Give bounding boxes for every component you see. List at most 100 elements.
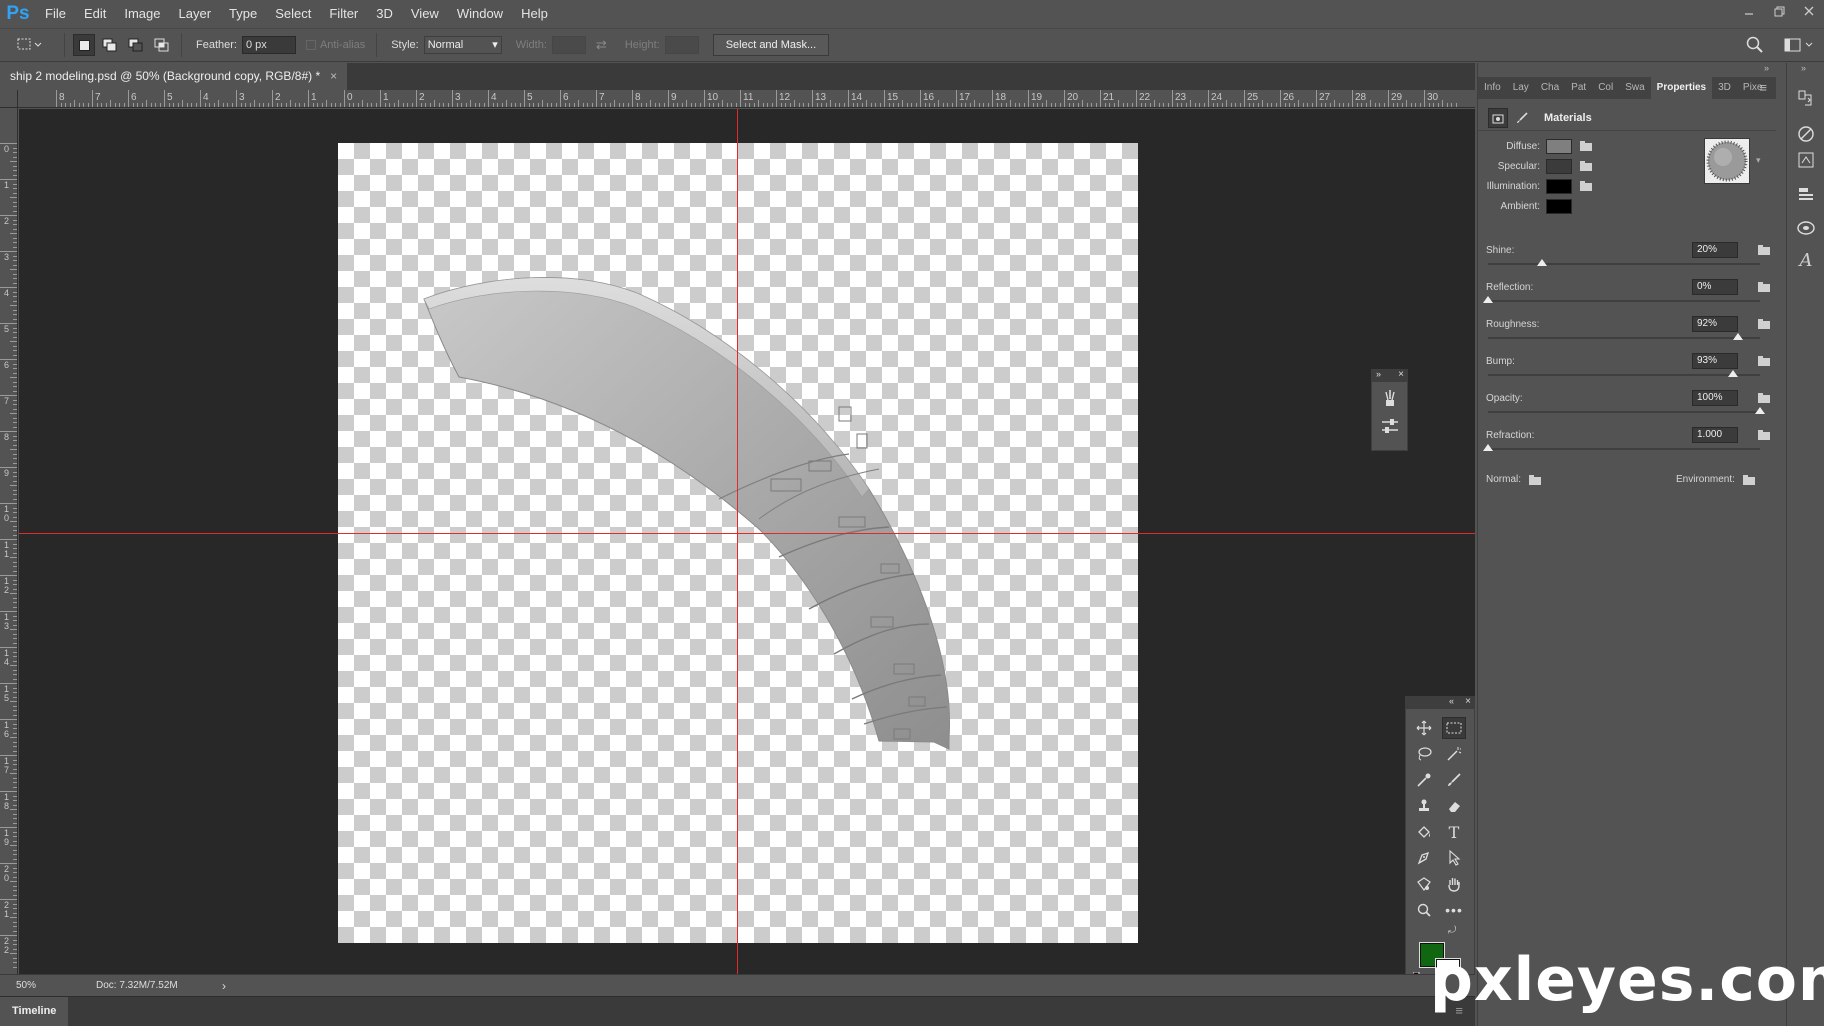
slider-track[interactable] xyxy=(1488,448,1760,450)
rectangular-marquee-tool-icon[interactable] xyxy=(1442,717,1466,739)
document-tab[interactable]: ship 2 modeling.psd @ 50% (Background co… xyxy=(0,63,348,90)
style-select[interactable]: Normal ▾ xyxy=(423,36,502,54)
collapse-icon[interactable]: « xyxy=(1449,696,1454,706)
tab-layers[interactable]: Lay xyxy=(1507,77,1535,99)
tab-color[interactable]: Col xyxy=(1592,77,1619,99)
lasso-tool-icon[interactable] xyxy=(1412,743,1436,765)
tab-paths[interactable]: Pat xyxy=(1565,77,1592,99)
pen-tool-icon[interactable] xyxy=(1412,847,1436,869)
brush-tool-icon[interactable] xyxy=(1442,769,1466,791)
environment-folder-icon[interactable] xyxy=(1742,474,1755,485)
slider-value-input[interactable]: 1.000 xyxy=(1692,427,1738,443)
texture-folder-icon[interactable] xyxy=(1580,161,1592,171)
menu-help[interactable]: Help xyxy=(512,0,557,28)
intersect-selection-icon[interactable] xyxy=(151,34,173,56)
chevron-down-icon[interactable]: ▾ xyxy=(1756,155,1761,166)
menu-edit[interactable]: Edit xyxy=(75,0,115,28)
antialias-checkbox[interactable] xyxy=(305,40,316,50)
texture-folder-icon[interactable] xyxy=(1758,393,1770,403)
paint-bucket-tool-icon[interactable] xyxy=(1412,821,1436,843)
slider-value-input[interactable]: 92% xyxy=(1692,316,1738,332)
move-tool-icon[interactable] xyxy=(1412,717,1436,739)
status-menu-arrow-icon[interactable]: › xyxy=(222,979,226,993)
canvas-area[interactable]: » × « × T ••• ⤾ xyxy=(19,109,1475,974)
texture-folder-icon[interactable] xyxy=(1580,181,1592,191)
select-and-mask-button[interactable]: Select and Mask... xyxy=(712,34,830,56)
expand-icon[interactable]: » xyxy=(1376,369,1381,379)
expand-panels-icon[interactable]: » xyxy=(1801,63,1806,73)
zoom-level[interactable]: 50% xyxy=(0,980,60,991)
menu-file[interactable]: File xyxy=(36,0,75,28)
width-input[interactable] xyxy=(551,36,586,54)
add-selection-icon[interactable] xyxy=(99,34,121,56)
3d-object-tool-icon[interactable] xyxy=(1412,873,1436,895)
subtract-selection-icon[interactable] xyxy=(125,34,147,56)
actions-icon[interactable] xyxy=(1795,149,1817,171)
workspace-switcher-icon[interactable] xyxy=(1784,36,1816,57)
menu-layer[interactable]: Layer xyxy=(170,0,221,28)
slider-track[interactable] xyxy=(1488,374,1760,376)
tab-info[interactable]: Info xyxy=(1478,77,1507,99)
slider-thumb[interactable] xyxy=(1733,333,1744,340)
slider-value-input[interactable]: 20% xyxy=(1692,242,1738,258)
menu-window[interactable]: Window xyxy=(448,0,512,28)
panel-menu-icon[interactable]: ≡ xyxy=(1759,77,1767,99)
menu-type[interactable]: Type xyxy=(220,0,266,28)
tab-properties[interactable]: Properties xyxy=(1650,77,1713,99)
close-icon[interactable]: × xyxy=(1465,696,1471,707)
texture-folder-icon[interactable] xyxy=(1758,430,1770,440)
type-tool-icon[interactable]: T xyxy=(1442,821,1466,843)
glyphs-icon[interactable]: A xyxy=(1795,249,1817,271)
eyedropper-tool-icon[interactable] xyxy=(1412,769,1436,791)
slider-thumb[interactable] xyxy=(1483,296,1493,303)
close-icon[interactable] xyxy=(1794,0,1824,22)
swap-dimensions-icon[interactable]: ⇄ xyxy=(596,37,607,53)
scene-icon[interactable] xyxy=(1488,107,1508,128)
search-icon[interactable] xyxy=(1745,35,1765,58)
history-icon[interactable] xyxy=(1795,87,1817,109)
slider-track[interactable] xyxy=(1488,411,1760,413)
layer-comps-icon[interactable] xyxy=(1795,183,1817,205)
close-icon[interactable]: × xyxy=(1398,369,1404,380)
slider-thumb[interactable] xyxy=(1727,370,1738,377)
slider-value-input[interactable]: 93% xyxy=(1692,353,1738,369)
collapse-panels-icon[interactable]: » xyxy=(1764,63,1769,73)
clone-stamp-tool-icon[interactable] xyxy=(1412,795,1436,817)
restore-icon[interactable] xyxy=(1764,0,1794,22)
slider-track[interactable] xyxy=(1488,263,1760,265)
tab-swatches[interactable]: Swa xyxy=(1619,77,1650,99)
slider-thumb[interactable] xyxy=(1537,259,1548,266)
normal-folder-icon[interactable] xyxy=(1529,474,1542,485)
more-tools-icon[interactable]: ••• xyxy=(1442,899,1466,921)
ruler-corner[interactable] xyxy=(0,90,18,108)
illumination-swatch[interactable] xyxy=(1546,178,1572,194)
slider-track[interactable] xyxy=(1488,337,1760,339)
minimize-icon[interactable] xyxy=(1734,0,1764,22)
slider-thumb[interactable] xyxy=(1483,444,1493,451)
swap-colors-icon[interactable]: ⤾ xyxy=(1448,925,1456,936)
specular-swatch[interactable] xyxy=(1546,158,1572,174)
texture-folder-icon[interactable] xyxy=(1758,245,1770,255)
height-input[interactable] xyxy=(664,36,699,54)
texture-folder-icon[interactable] xyxy=(1580,141,1592,151)
slider-track[interactable] xyxy=(1488,300,1760,302)
zoom-tool-icon[interactable] xyxy=(1412,899,1436,921)
texture-folder-icon[interactable] xyxy=(1758,356,1770,366)
tool-preset-picker[interactable] xyxy=(0,30,58,60)
ruler-left[interactable]: 01234567891 01 11 21 31 41 51 61 71 81 9… xyxy=(0,108,18,974)
path-selection-tool-icon[interactable] xyxy=(1442,847,1466,869)
menu-image[interactable]: Image xyxy=(115,0,169,28)
slider-thumb[interactable] xyxy=(1755,407,1765,414)
timeline-tab[interactable]: Timeline xyxy=(0,997,69,1026)
paintbrush-icon[interactable] xyxy=(1512,108,1532,128)
texture-folder-icon[interactable] xyxy=(1758,282,1770,292)
texture-folder-icon[interactable] xyxy=(1758,319,1770,329)
vertical-guide[interactable] xyxy=(737,109,738,974)
menu-select[interactable]: Select xyxy=(266,0,320,28)
slider-value-input[interactable]: 100% xyxy=(1692,390,1738,406)
horizontal-guide[interactable] xyxy=(19,533,1475,534)
menu-3d[interactable]: 3D xyxy=(367,0,402,28)
tab-3d[interactable]: 3D xyxy=(1712,77,1737,99)
adjustments-circle-icon[interactable] xyxy=(1795,123,1817,145)
feather-input[interactable]: 0 px xyxy=(241,36,296,54)
